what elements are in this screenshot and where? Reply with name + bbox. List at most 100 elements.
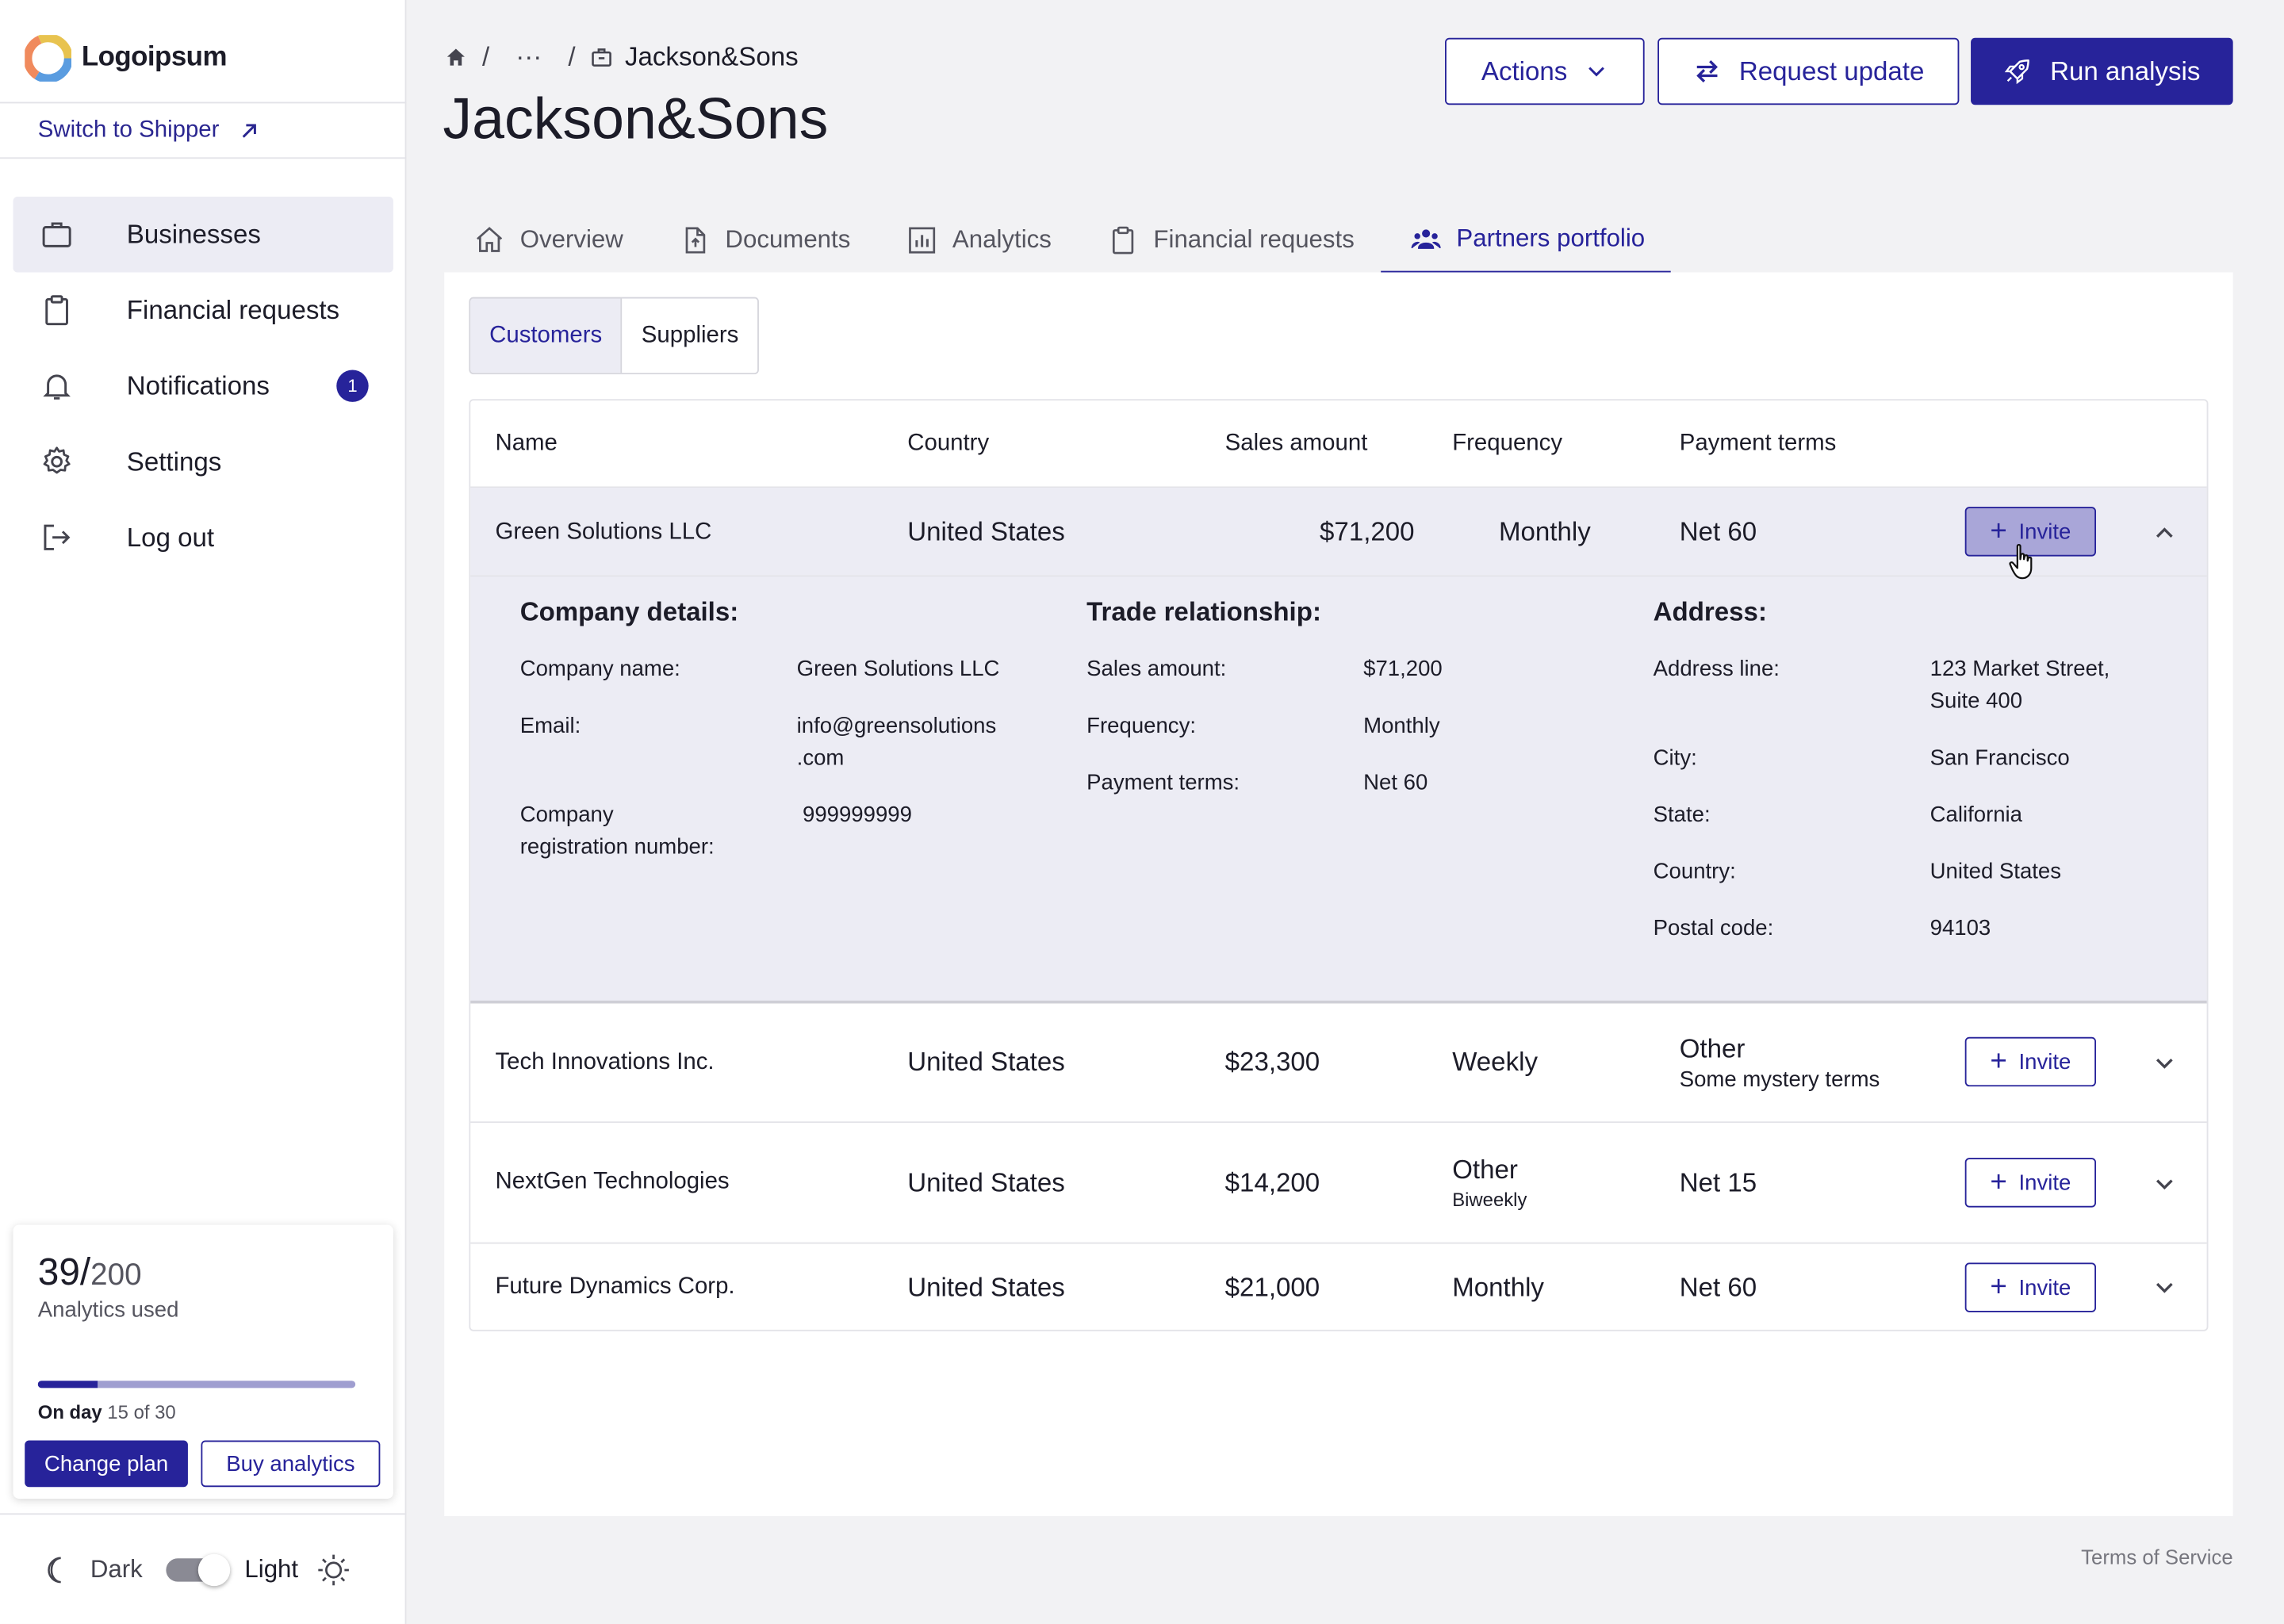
column-header-name[interactable]: Name [495, 400, 557, 488]
detail-value: California [1930, 802, 2023, 828]
cell-frequency: Weekly [1452, 1047, 1538, 1077]
cell-country: United States [907, 1272, 1065, 1302]
bar-chart-icon [908, 227, 935, 254]
invite-button[interactable]: + Invite [1964, 1262, 2097, 1312]
detail-payment-terms: Payment terms: Net 60 [1086, 768, 1611, 799]
sidebar-item-label: Notifications [126, 370, 270, 400]
page-title: Jackson&Sons [443, 87, 829, 152]
run-analysis-label: Run analysis [2050, 56, 2201, 86]
cell-name: Green Solutions LLC [495, 519, 712, 545]
terms-sub: Some mystery terms [1679, 1067, 1880, 1092]
buy-analytics-button[interactable]: Buy analytics [201, 1440, 381, 1488]
detail-value: Monthly [1363, 713, 1440, 739]
usage-total: 200 [90, 1258, 142, 1293]
switch-to-shipper-link[interactable]: Switch to Shipper [0, 102, 407, 159]
cell-payment-terms: Net 60 [1679, 517, 1757, 546]
usage-used: 39/ [37, 1249, 91, 1293]
detail-country: Country: United States [1654, 856, 2193, 888]
chevron-down-icon[interactable] [2153, 1173, 2176, 1196]
logo-mark-icon [25, 35, 71, 82]
tab-documents[interactable]: Documents [650, 207, 876, 274]
cell-frequency: Other Biweekly [1452, 1123, 1527, 1243]
home-icon[interactable] [444, 45, 467, 68]
column-header-sales-amount[interactable]: Sales amount [1225, 400, 1368, 488]
tab-analytics[interactable]: Analytics [876, 207, 1078, 274]
table-row[interactable]: Future Dynamics Corp. United States $21,… [470, 1244, 2206, 1331]
sidebar-item-financial-requests[interactable]: Financial requests [13, 272, 393, 348]
invite-button[interactable]: + Invite [1964, 1036, 2097, 1087]
sidebar-item-notifications[interactable]: Notifications 1 [13, 348, 393, 424]
breadcrumb-ellipsis[interactable]: ··· [515, 41, 542, 72]
clipboard-icon [40, 293, 75, 327]
usage-day: On day 15 of 30 [38, 1401, 176, 1423]
change-plan-button[interactable]: Change plan [25, 1440, 188, 1488]
column-header-country[interactable]: Country [907, 400, 989, 488]
sidebar-item-label: Settings [126, 446, 222, 476]
tab-label: Financial requests [1153, 225, 1355, 254]
run-analysis-button[interactable]: Run analysis [1971, 37, 2233, 105]
logo[interactable]: Logoipsum [25, 35, 228, 82]
detail-postal-code: Postal code: 94103 [1654, 914, 2193, 945]
tab-overview[interactable]: Overview [444, 207, 650, 274]
segment-customers[interactable]: Customers [470, 298, 623, 373]
company-details-heading: Company details: [519, 597, 739, 626]
table-row[interactable]: Tech Innovations Inc. United States $23,… [470, 1003, 2206, 1121]
detail-value-cont: Suite 400 [1930, 688, 2023, 714]
frequency-sub: Biweekly [1452, 1188, 1527, 1211]
theme-toggle[interactable] [166, 1553, 231, 1586]
terms-main: Other [1679, 1033, 1746, 1063]
notification-count-badge: 1 [336, 370, 369, 402]
sidebar-item-log-out[interactable]: Log out [13, 500, 393, 576]
chevron-down-icon[interactable] [2153, 1276, 2176, 1299]
plus-icon: + [1990, 1271, 2007, 1304]
actions-dropdown-button[interactable]: Actions [1445, 37, 1645, 105]
sidebar-item-businesses[interactable]: Businesses [13, 196, 393, 273]
detail-label: State: [1653, 802, 1711, 828]
detail-label: Sales amount: [1086, 657, 1227, 682]
detail-label-cont: registration number: [519, 834, 715, 860]
column-header-payment-terms[interactable]: Payment terms [1680, 400, 1837, 488]
breadcrumb-current: Jackson&Sons [590, 41, 799, 72]
detail-value: 123 Market Street, [1930, 657, 2110, 682]
detail-registration-number: Company registration number: 999999999 [520, 799, 1044, 864]
detail-label: Frequency: [1086, 713, 1197, 739]
cell-country: United States [907, 517, 1065, 546]
breadcrumb-current-label: Jackson&Sons [624, 41, 799, 71]
cell-name: NextGen Technologies [495, 1169, 730, 1195]
tab-label: Analytics [952, 225, 1052, 254]
detail-label: Payment terms: [1086, 770, 1240, 795]
app-root: Logoipsum Switch to Shipper Businesses F… [0, 0, 2284, 1624]
frequency-main: Other [1452, 1155, 1518, 1185]
chevron-down-icon [1588, 67, 1604, 77]
cell-name: Future Dynamics Corp. [495, 1274, 735, 1300]
tab-partners-portfolio[interactable]: Partners portfolio [1380, 207, 1672, 274]
rocket-icon [2005, 59, 2030, 85]
bell-icon [40, 369, 75, 404]
column-header-frequency[interactable]: Frequency [1452, 400, 1562, 488]
logo-text: Logoipsum [81, 42, 228, 73]
invite-button[interactable]: + Invite [1964, 1158, 2097, 1208]
sidebar-nav: Businesses Financial requests Notificati… [13, 196, 393, 576]
sidebar-item-label: Log out [126, 522, 215, 552]
home-outline-icon [477, 227, 503, 252]
cell-sales-amount: $14,200 [1224, 1167, 1320, 1197]
detail-label: Email: [519, 713, 581, 739]
sun-icon [317, 1553, 349, 1585]
table-row[interactable]: Green Solutions LLC United States $71,20… [470, 488, 2207, 577]
partner-type-segmented-control: Customers Suppliers [469, 297, 760, 375]
segment-suppliers[interactable]: Suppliers [622, 298, 758, 373]
plus-icon: + [1990, 1166, 2007, 1199]
cell-country: United States [907, 1167, 1065, 1197]
tab-financial-requests[interactable]: Financial requests [1078, 207, 1381, 274]
cell-frequency: Monthly [1452, 1272, 1544, 1302]
request-update-button[interactable]: Request update [1657, 37, 1960, 105]
chevron-up-icon[interactable] [2153, 522, 2176, 545]
chevron-down-icon[interactable] [2153, 1051, 2176, 1074]
sidebar-item-settings[interactable]: Settings [13, 423, 393, 500]
swap-arrows-icon [1696, 59, 1718, 83]
table-row[interactable]: NextGen Technologies United States $14,2… [470, 1123, 2206, 1243]
sidebar-item-label: Businesses [126, 219, 261, 249]
detail-value: Net 60 [1363, 770, 1428, 795]
terms-of-service-link[interactable]: Terms of Service [2081, 1545, 2232, 1568]
tab-label: Partners portfolio [1456, 224, 1646, 252]
